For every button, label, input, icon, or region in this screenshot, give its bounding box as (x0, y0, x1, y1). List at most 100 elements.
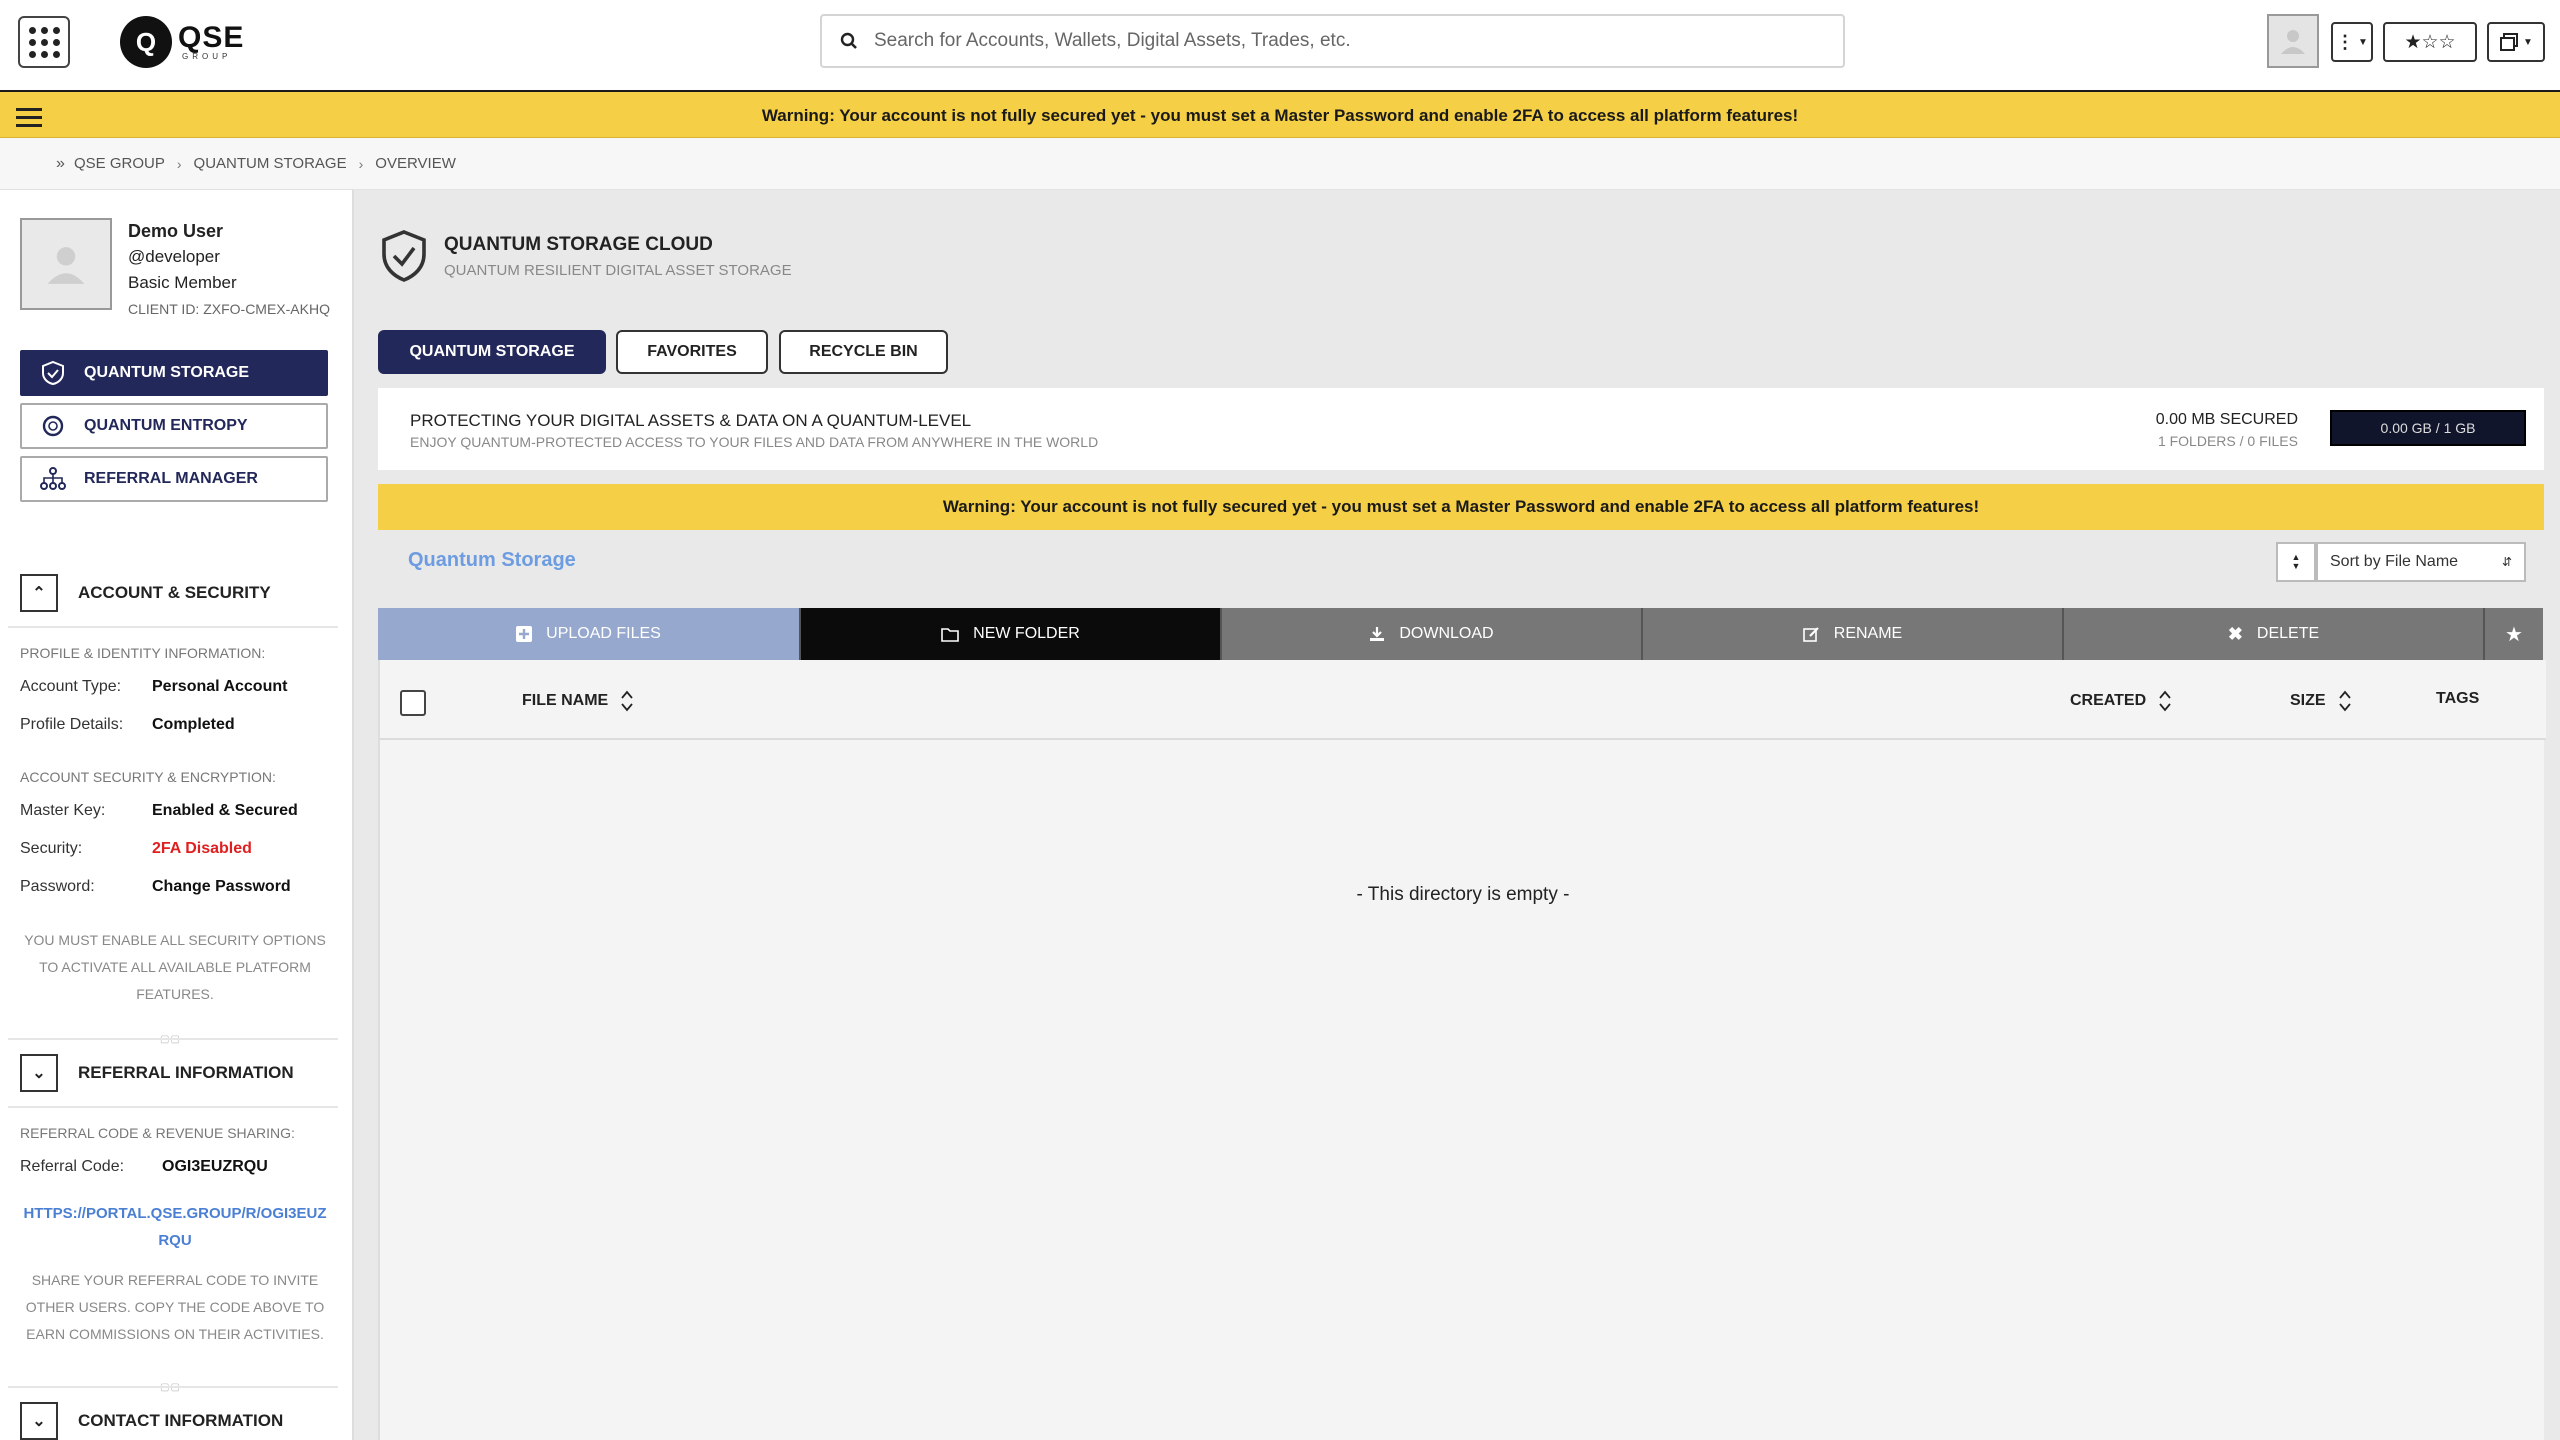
tab-recycle-bin[interactable]: RECYCLE BIN (779, 330, 948, 374)
storage-section-title: Quantum Storage (408, 549, 576, 571)
favorite-button[interactable]: ★ (2485, 608, 2543, 660)
column-created[interactable]: CREATED (2070, 690, 2172, 712)
delete-button[interactable]: ✖ DELETE (2064, 608, 2485, 660)
tab-favorites[interactable]: FAVORITES (616, 330, 768, 374)
sort-icon (621, 690, 633, 712)
entropy-icon (42, 415, 64, 437)
chevron-right-icon: › (176, 155, 182, 172)
table-header: FILE NAME CREATED SIZE TAGS (380, 660, 2546, 740)
avatar[interactable] (20, 218, 112, 310)
breadcrumb-item-qse-group[interactable]: QSE GROUP (74, 155, 165, 172)
referral-link[interactable]: HTTPS://PORTAL.QSE.GROUP/R/OGI3EUZRQU (20, 1200, 330, 1254)
tab-quantum-storage[interactable]: QUANTUM STORAGE (378, 330, 606, 374)
rating-button[interactable]: ★☆☆ (2383, 22, 2477, 62)
logo-text: QSE (178, 21, 245, 54)
expand-down-icon[interactable]: ⌄ (20, 1402, 58, 1440)
column-size[interactable]: SIZE (2290, 690, 2352, 712)
chevron-right-icon: › (358, 155, 364, 172)
warning-banner-main: Warning: Your account is not fully secur… (378, 484, 2544, 530)
caret-down-icon: ▼ (2358, 36, 2368, 48)
referral-info-header[interactable]: ⌄ REFERRAL INFORMATION (20, 1054, 294, 1092)
star-rating-icon: ★☆☆ (2404, 31, 2456, 53)
logo[interactable]: Q QSE GROUP (120, 16, 244, 68)
window-switch-button[interactable]: ▼ (2487, 22, 2545, 62)
section-divider (8, 1386, 338, 1388)
sort-select[interactable]: Sort by File Name ⇵ (2316, 542, 2526, 582)
logo-mark-icon: Q (120, 16, 172, 68)
nav-quantum-storage[interactable]: QUANTUM STORAGE (20, 350, 328, 396)
button-label: UPLOAD FILES (546, 625, 661, 642)
password-row: Password: Change Password (20, 878, 291, 896)
info-subtitle: ENJOY QUANTUM-PROTECTED ACCESS TO YOUR F… (410, 434, 1099, 450)
user-icon (2281, 30, 2305, 54)
field-key: Profile Details: (20, 716, 124, 733)
warning-text: Warning: Your account is not fully secur… (761, 106, 1799, 125)
top-header: Q QSE GROUP ⋮▼ ★☆☆ ▼ (0, 0, 2560, 92)
nav-label: QUANTUM STORAGE (84, 364, 250, 381)
section-divider (8, 626, 338, 628)
sort-icon (2338, 690, 2351, 712)
field-value: Personal Account (152, 678, 288, 695)
network-icon (40, 467, 66, 490)
page-header: QUANTUM STORAGE CLOUD QUANTUM RESILIENT … (378, 228, 792, 284)
vertical-dots-icon: ⋮ (2336, 31, 2355, 52)
close-icon: ✖ (2227, 623, 2243, 644)
contact-info-header[interactable]: ⌄ CONTACT INFORMATION (20, 1402, 283, 1440)
download-button[interactable]: DOWNLOAD (1222, 608, 1643, 660)
double-chevron-icon: » (56, 154, 65, 172)
upload-files-button[interactable]: UPLOAD FILES (378, 608, 801, 660)
breadcrumb-item-overview: OVERVIEW (375, 155, 456, 172)
select-arrows-icon: ⇵ (2501, 555, 2512, 569)
referral-code-value[interactable]: OGI3EUZRQU (162, 1158, 268, 1176)
master-key-row: Master Key: Enabled & Secured (20, 802, 298, 820)
select-all-checkbox[interactable] (400, 690, 426, 716)
field-value: Completed (152, 716, 235, 733)
search-bar[interactable] (820, 14, 1845, 68)
column-label: FILE NAME (522, 692, 609, 709)
field-value: Enabled & Secured (152, 802, 298, 819)
field-key: Account Type: (20, 678, 122, 695)
expand-down-icon[interactable]: ⌄ (20, 1054, 58, 1092)
field-key: Password: (20, 878, 95, 895)
user-avatar-button[interactable] (2267, 14, 2319, 68)
field-key: Master Key: (20, 802, 106, 819)
rename-button[interactable]: RENAME (1643, 608, 2064, 660)
info-title: PROTECTING YOUR DIGITAL ASSETS & DATA ON… (410, 411, 972, 430)
profile-card: Demo User @developer Basic Member CLIENT… (20, 218, 330, 317)
security-encryption-label: ACCOUNT SECURITY & ENCRYPTION: (20, 769, 276, 785)
new-folder-button[interactable]: NEW FOLDER (801, 608, 1222, 660)
section-divider (8, 1106, 338, 1108)
file-toolbar: UPLOAD FILES NEW FOLDER DOWNLOAD RENAME … (378, 608, 2544, 660)
section-title: REFERRAL INFORMATION (78, 1063, 294, 1082)
nav-quantum-entropy[interactable]: QUANTUM ENTROPY (20, 403, 328, 449)
change-password-link[interactable]: Change Password (152, 878, 291, 896)
button-label: NEW FOLDER (973, 625, 1080, 642)
section-title: CONTACT INFORMATION (78, 1411, 284, 1430)
profile-handle: @developer (128, 247, 220, 266)
account-security-header[interactable]: ⌃ ACCOUNT & SECURITY (20, 574, 271, 612)
nav-referral-manager[interactable]: REFERRAL MANAGER (20, 456, 328, 502)
star-icon: ★ (2505, 623, 2523, 646)
breadcrumb-item-quantum-storage[interactable]: QUANTUM STORAGE (194, 155, 347, 172)
two-fa-status[interactable]: 2FA Disabled (152, 840, 252, 858)
sort-direction-button[interactable]: ▲ ▼ (2276, 542, 2316, 582)
column-label: CREATED (2070, 692, 2147, 709)
collapse-up-icon[interactable]: ⌃ (20, 574, 58, 612)
apps-grid-button[interactable] (18, 16, 70, 68)
account-type-row: Account Type: Personal Account (20, 678, 287, 696)
column-file-name[interactable]: FILE NAME (522, 690, 634, 712)
more-options-button[interactable]: ⋮ ▼ (2331, 22, 2373, 62)
button-label: DOWNLOAD (1399, 625, 1494, 642)
profile-name: Demo User (128, 221, 224, 241)
file-table: FILE NAME CREATED SIZE TAGS - This direc… (378, 660, 2546, 1440)
profile-identity-label: PROFILE & IDENTITY INFORMATION: (20, 645, 266, 661)
warning-banner: Warning: Your account is not fully secur… (0, 92, 2560, 138)
storage-info-card: PROTECTING YOUR DIGITAL ASSETS & DATA ON… (378, 388, 2544, 470)
storage-usage-bar: 0.00 GB / 1 GB (2330, 410, 2526, 446)
column-label: TAGS (2436, 690, 2480, 707)
empty-directory-message: - This directory is empty - (1356, 884, 1570, 905)
sort-arrows-icon: ▲ ▼ (2291, 552, 2301, 571)
search-input[interactable] (874, 30, 1774, 52)
folder-file-count: 1 FOLDERS / 0 FILES (2157, 433, 2298, 449)
referral-label: REFERRAL CODE & REVENUE SHARING: (20, 1125, 295, 1141)
